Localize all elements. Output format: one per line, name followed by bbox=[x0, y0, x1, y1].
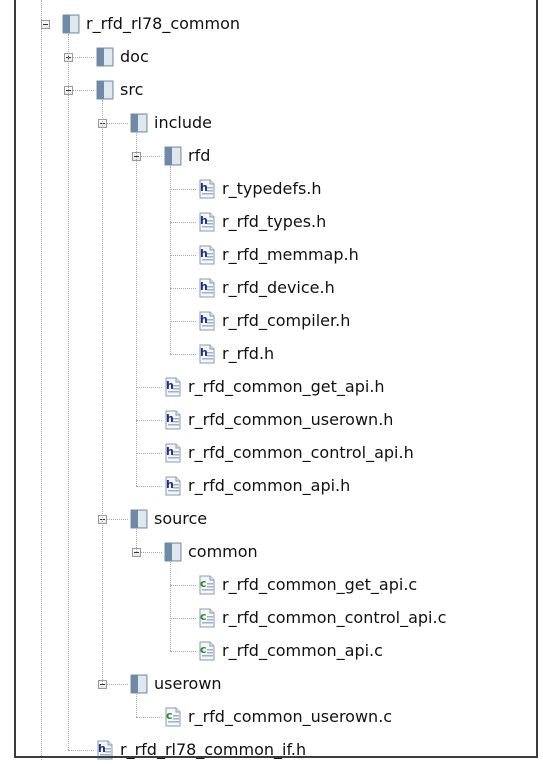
folder-icon bbox=[96, 47, 114, 71]
header-file-icon: h bbox=[164, 410, 182, 434]
svg-text:h: h bbox=[200, 346, 208, 359]
node-label: src bbox=[120, 80, 144, 99]
folder-icon bbox=[164, 146, 182, 170]
folder-node-src[interactable]: src bbox=[0, 76, 530, 104]
node-label: userown bbox=[154, 674, 222, 693]
expander-minus-icon[interactable] bbox=[41, 20, 50, 29]
header-file-icon: h bbox=[96, 740, 114, 764]
node-label: r_typedefs.h bbox=[222, 179, 322, 198]
node-label: common bbox=[188, 542, 258, 561]
folder-node-rfd[interactable]: rfd bbox=[0, 142, 530, 170]
header-file-icon: h bbox=[164, 377, 182, 401]
folder-icon bbox=[164, 542, 182, 566]
header-file-icon: h bbox=[198, 311, 216, 335]
svg-text:h: h bbox=[200, 214, 208, 227]
tree-guide-line bbox=[136, 694, 137, 717]
tree-guide-line-root bbox=[41, 0, 42, 760]
svg-text:h: h bbox=[200, 247, 208, 260]
file-node-r-rfd-compiler-h[interactable]: h r_rfd_compiler.h bbox=[0, 307, 530, 335]
file-node-r-rfd-common-api-c[interactable]: c r_rfd_common_api.c bbox=[0, 637, 530, 665]
svg-text:h: h bbox=[200, 313, 208, 326]
node-label: r_rfd_rl78_common_if.h bbox=[120, 740, 307, 759]
file-node-r-rfd-common-get-api-c[interactable]: c r_rfd_common_get_api.c bbox=[0, 571, 530, 599]
svg-text:c: c bbox=[200, 643, 207, 656]
node-label: doc bbox=[120, 47, 149, 66]
node-label: r_rfd_common_get_api.h bbox=[188, 377, 385, 396]
file-node-r-rfd-memmap-h[interactable]: h r_rfd_memmap.h bbox=[0, 241, 530, 269]
node-label: r_rfd_common_api.c bbox=[222, 641, 383, 660]
node-label: r_rfd_memmap.h bbox=[222, 245, 359, 264]
node-label: r_rfd_common_control_api.h bbox=[188, 443, 414, 462]
header-file-icon: h bbox=[164, 443, 182, 467]
header-file-icon: h bbox=[198, 212, 216, 236]
header-file-icon: h bbox=[164, 476, 182, 500]
svg-text:h: h bbox=[166, 379, 174, 392]
tree-guide-line bbox=[68, 34, 69, 750]
svg-text:c: c bbox=[200, 577, 207, 590]
node-label: r_rfd_common_api.h bbox=[188, 476, 351, 495]
header-file-icon: h bbox=[198, 179, 216, 203]
svg-text:h: h bbox=[98, 742, 106, 755]
file-node-r-rfd-common-control-api-c[interactable]: c r_rfd_common_control_api.c bbox=[0, 604, 530, 632]
svg-text:c: c bbox=[200, 610, 207, 623]
tree-guide-line bbox=[170, 166, 171, 354]
node-label: source bbox=[154, 509, 208, 528]
node-label: r_rfd_rl78_common bbox=[86, 14, 241, 33]
project-tree[interactable]: r_rfd_rl78_common doc src include rfd h … bbox=[0, 0, 543, 760]
svg-text:h: h bbox=[166, 478, 174, 491]
file-node-r-rfd-device-h[interactable]: h r_rfd_device.h bbox=[0, 274, 530, 302]
node-label: r_rfd.h bbox=[222, 344, 275, 363]
file-node-r-rfd-common-control-api-h[interactable]: h r_rfd_common_control_api.h bbox=[0, 439, 530, 467]
folder-icon bbox=[96, 80, 114, 104]
node-label: r_rfd_common_userown.h bbox=[188, 410, 394, 429]
tree-guide-line bbox=[170, 562, 171, 651]
header-file-icon: h bbox=[198, 278, 216, 302]
folder-icon bbox=[130, 509, 148, 533]
file-node-r-typedefs-h[interactable]: h r_typedefs.h bbox=[0, 175, 530, 203]
header-file-icon: h bbox=[198, 245, 216, 269]
node-label: rfd bbox=[188, 146, 211, 165]
folder-node-source[interactable]: source bbox=[0, 505, 530, 533]
node-label: r_rfd_compiler.h bbox=[222, 311, 351, 330]
tree-guide-line bbox=[102, 100, 103, 684]
folder-icon bbox=[130, 113, 148, 137]
svg-text:h: h bbox=[200, 181, 208, 194]
svg-text:h: h bbox=[200, 280, 208, 293]
node-label: r_rfd_types.h bbox=[222, 212, 327, 231]
folder-node-common[interactable]: common bbox=[0, 538, 530, 566]
svg-text:h: h bbox=[166, 445, 174, 458]
folder-node-r-rfd-rl78-common[interactable]: r_rfd_rl78_common bbox=[0, 10, 530, 38]
node-label: include bbox=[154, 113, 212, 132]
node-label: r_rfd_common_userown.c bbox=[188, 707, 393, 726]
c-source-file-icon: c bbox=[164, 707, 182, 731]
file-node-r-rfd-common-get-api-h[interactable]: h r_rfd_common_get_api.h bbox=[0, 373, 530, 401]
c-source-file-icon: c bbox=[198, 641, 216, 665]
tree-guide-line bbox=[136, 529, 137, 552]
folder-node-userown[interactable]: userown bbox=[0, 670, 530, 698]
node-label: r_rfd_common_control_api.c bbox=[222, 608, 447, 627]
node-label: r_rfd_common_get_api.c bbox=[222, 575, 418, 594]
folder-icon bbox=[130, 674, 148, 698]
file-node-r-rfd-common-userown-h[interactable]: h r_rfd_common_userown.h bbox=[0, 406, 530, 434]
file-node-r-rfd-common-userown-c[interactable]: c r_rfd_common_userown.c bbox=[0, 703, 530, 731]
c-source-file-icon: c bbox=[198, 608, 216, 632]
file-node-r-rfd-common-api-h[interactable]: h r_rfd_common_api.h bbox=[0, 472, 530, 500]
c-source-file-icon: c bbox=[198, 575, 216, 599]
file-node-r-rfd-types-h[interactable]: h r_rfd_types.h bbox=[0, 208, 530, 236]
tree-guide-line bbox=[136, 133, 137, 486]
folder-node-include[interactable]: include bbox=[0, 109, 530, 137]
svg-text:h: h bbox=[166, 412, 174, 425]
folder-icon bbox=[62, 14, 80, 38]
svg-text:c: c bbox=[166, 709, 173, 722]
header-file-icon: h bbox=[198, 344, 216, 368]
node-label: r_rfd_device.h bbox=[222, 278, 335, 297]
file-node-r-rfd-h[interactable]: h r_rfd.h bbox=[0, 340, 530, 368]
folder-node-doc[interactable]: doc bbox=[0, 43, 530, 71]
